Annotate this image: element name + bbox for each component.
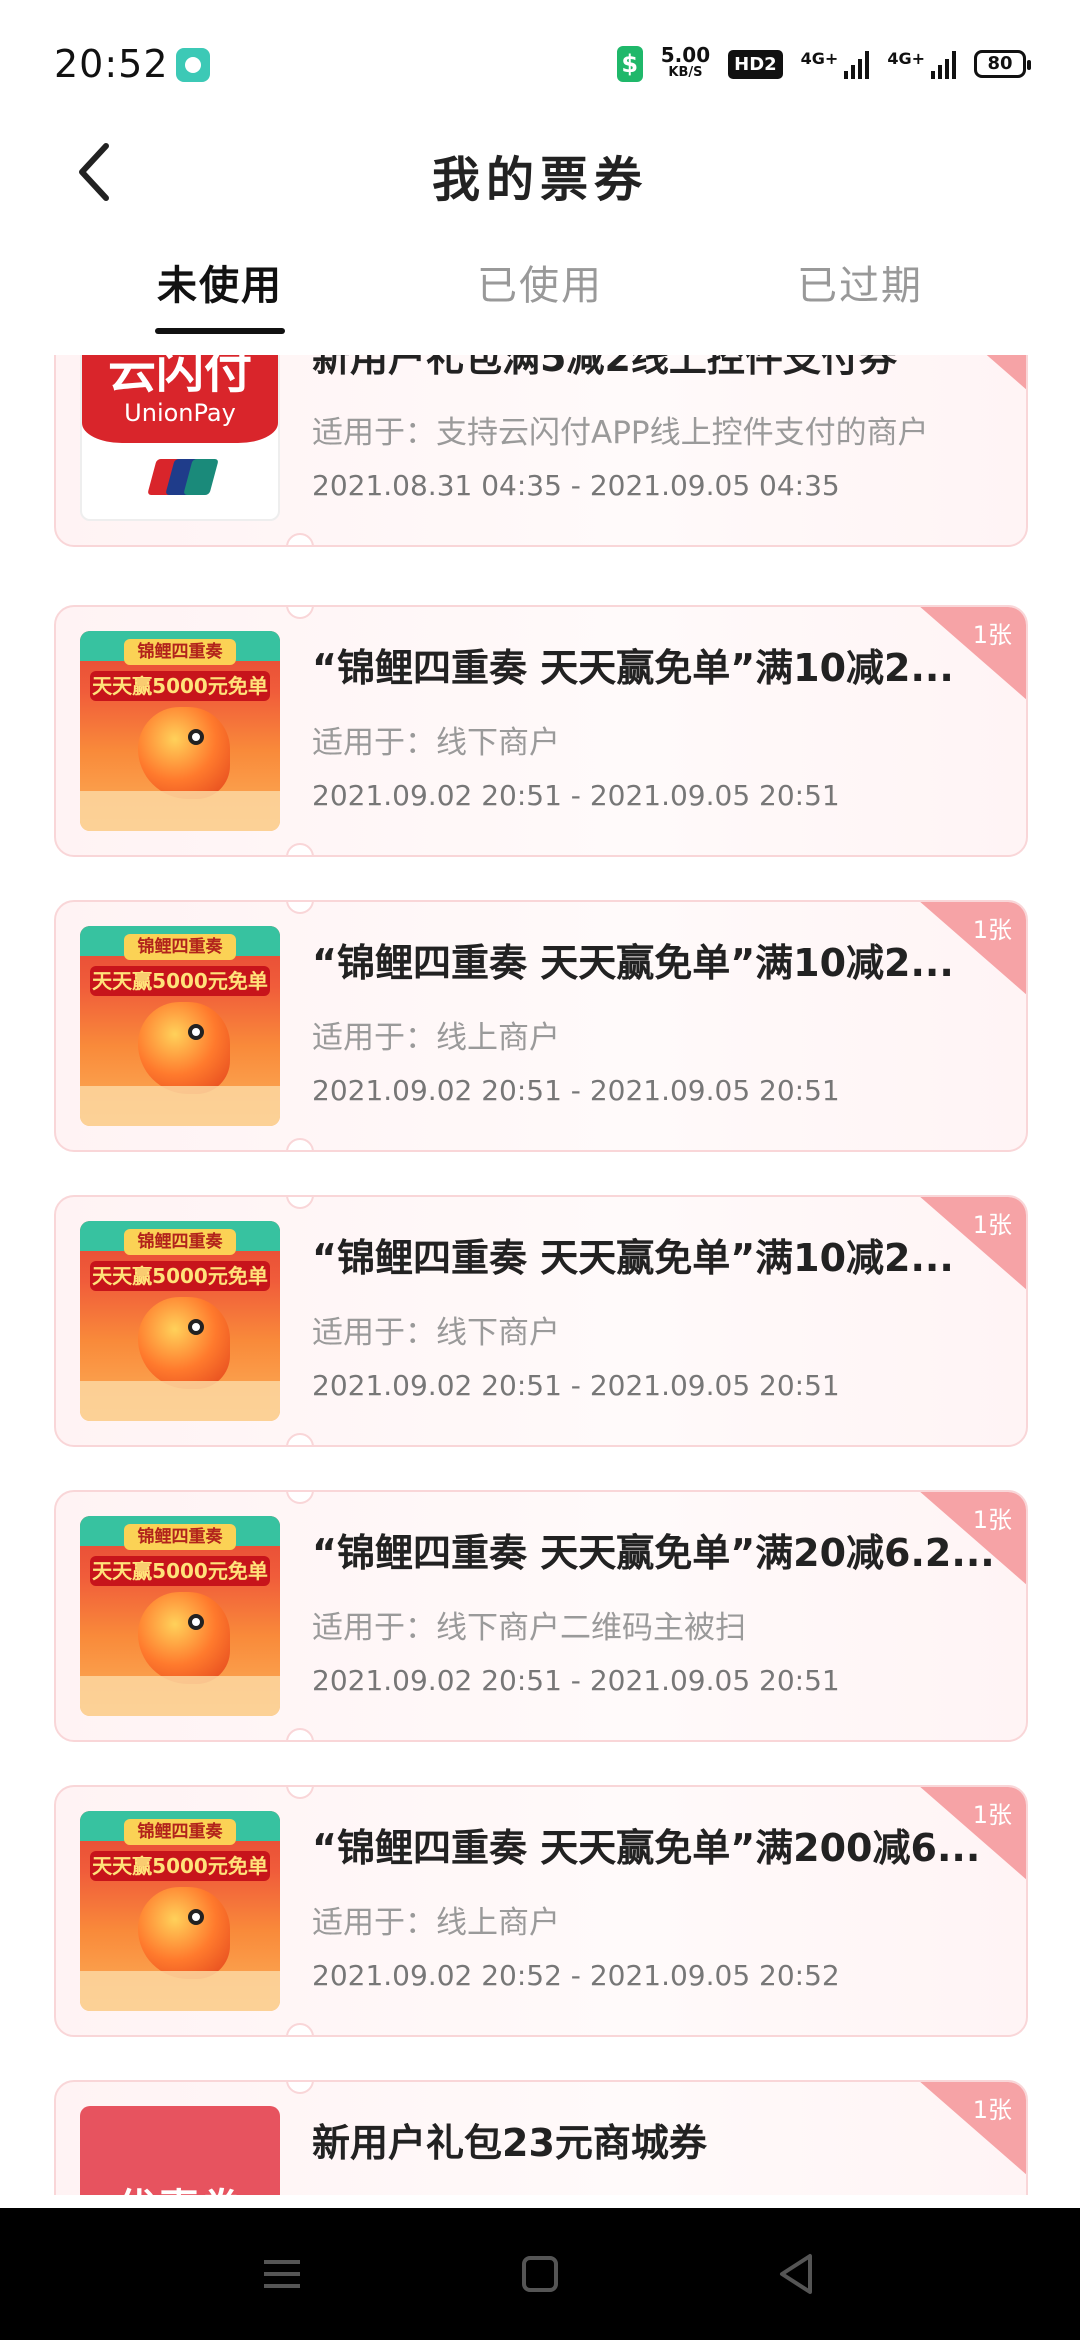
coupon-card[interactable]: 1张 优惠券 新用户礼包23元商城券 [54,2080,1028,2195]
coupon-title: 新用户礼包23元商城券 [312,2121,707,2165]
koi-fish-icon [138,1002,230,1094]
tab-active-indicator [155,328,285,334]
tab-used[interactable]: 已使用 [440,253,640,311]
coupon-title: “锦鲤四重奏 天天赢免单”满200减6... [312,1826,981,1870]
coupon-thumb-text: 优惠券 [80,2176,280,2195]
status-bar: 20:52 $ 5.00 KB/S HD2 4G+ 4G+ 80 [0,0,1080,130]
coupon-validity: 2021.09.02 20:52 - 2021.09.05 20:52 [312,1959,840,1992]
coupon-scope: 适用于：支持云闪付APP线上控件支付的商户 [312,415,929,451]
koi-thumbnail: 锦鲤四重奏 天天赢5000元免单 [80,1516,280,1716]
hd-voice-icon: HD2 [728,49,783,79]
coupon-scope: 适用于：线上商户 [312,1020,560,1056]
coupon-validity: 2021.09.02 20:51 - 2021.09.05 20:51 [312,1664,840,1697]
coupon-title: “锦鲤四重奏 天天赢免单”满10减2... [312,646,954,690]
coupon-card[interactable]: 1张 锦鲤四重奏 天天赢5000元免单 “锦鲤四重奏 天天赢免单”满10减2..… [54,605,1028,857]
koi-thumb-title: 锦鲤四重奏 [124,639,236,665]
coupon-thumbnail: 优惠券 [80,2106,280,2195]
koi-fish-icon [138,1887,230,1979]
header: 我的票券 [0,120,1080,225]
signal-icon-1: 4G+ [801,49,870,79]
koi-thumbnail: 锦鲤四重奏 天天赢5000元免单 [80,1811,280,2011]
navigation-bar [0,2208,1080,2340]
coupon-validity: 2021.09.02 20:51 - 2021.09.05 20:51 [312,1074,840,1107]
koi-thumb-subtitle: 天天赢5000元免单 [90,1261,270,1291]
coupon-card[interactable]: 1张 锦鲤四重奏 天天赢5000元免单 “锦鲤四重奏 天天赢免单”满10减2..… [54,1195,1028,1447]
koi-thumbnail: 锦鲤四重奏 天天赢5000元免单 [80,631,280,831]
koi-thumb-subtitle: 天天赢5000元免单 [90,671,270,701]
unionpay-logo-text: 云闪付 [107,355,252,399]
status-time: 20:52 [54,42,169,86]
koi-thumbnail: 锦鲤四重奏 天天赢5000元免单 [80,926,280,1126]
coupon-validity: 2021.08.31 04:35 - 2021.09.05 04:35 [312,469,840,502]
tab-bar: 未使用 已使用 已过期 [0,245,1080,340]
network-speed-unit: KB/S [668,65,703,80]
coupon-card[interactable]: 1张 锦鲤四重奏 天天赢5000元免单 “锦鲤四重奏 天天赢免单”满20减6.2… [54,1490,1028,1742]
menu-button[interactable] [252,2244,312,2304]
koi-thumb-subtitle: 天天赢5000元免单 [90,966,270,996]
koi-thumb-title: 锦鲤四重奏 [124,1524,236,1550]
koi-thumb-title: 锦鲤四重奏 [124,934,236,960]
coupon-card[interactable]: 1张 锦鲤四重奏 天天赢5000元免单 “锦鲤四重奏 天天赢免单”满200减6.… [54,1785,1028,2037]
tab-unused[interactable]: 未使用 [120,253,320,311]
page-title: 我的票券 [431,152,648,208]
signal-2-label: 4G+ [887,49,925,68]
coupon-title: 新用户礼包满5减2线上控件支付券 [312,355,897,380]
unionpay-logo-en: UnionPay [124,399,236,427]
signal-icon-2: 4G+ [887,49,956,79]
battery-icon: 80 [974,50,1031,78]
coupon-title: “锦鲤四重奏 天天赢免单”满20减6.2... [312,1531,995,1575]
coupon-scope: 适用于：线上商户 [312,1905,560,1941]
dollar-icon: $ [616,46,643,82]
coupon-validity: 2021.09.02 20:51 - 2021.09.05 20:51 [312,1369,840,1402]
koi-fish-icon [138,1297,230,1389]
square-home-icon [522,2256,558,2292]
coupon-scope: 适用于：线下商户 [312,725,560,761]
network-speed-value: 5.00 [660,43,711,67]
coupon-title: “锦鲤四重奏 天天赢免单”满10减2... [312,1236,954,1280]
koi-thumb-subtitle: 天天赢5000元免单 [90,1851,270,1881]
coupon-scope: 适用于：线下商户 [312,1315,560,1351]
home-button[interactable] [510,2244,570,2304]
tab-expired[interactable]: 已过期 [760,253,960,311]
menu-icon [264,2260,300,2288]
coupon-card[interactable]: 云闪付 UnionPay 新用户礼包满5减2线上控件支付券 适用于：支持云闪付A… [54,355,1028,547]
status-icons: $ 5.00 KB/S HD2 4G+ 4G+ 80 [616,42,1031,86]
coupon-validity: 2021.09.02 20:51 - 2021.09.05 20:51 [312,779,840,812]
koi-fish-icon [138,707,230,799]
unionpay-thumbnail: 云闪付 UnionPay [80,355,280,521]
signal-1-label: 4G+ [800,49,839,68]
triangle-back-icon [780,2254,812,2294]
chat-app-icon [176,48,210,82]
koi-thumbnail: 锦鲤四重奏 天天赢5000元免单 [80,1221,280,1421]
coupon-card[interactable]: 1张 锦鲤四重奏 天天赢5000元免单 “锦鲤四重奏 天天赢免单”满10减2..… [54,900,1028,1152]
koi-thumb-subtitle: 天天赢5000元免单 [90,1556,270,1586]
back-nav-button[interactable] [768,2244,828,2304]
koi-fish-icon [138,1592,230,1684]
coupon-list[interactable]: 云闪付 UnionPay 新用户礼包满5减2线上控件支付券 适用于：支持云闪付A… [0,355,1080,2195]
koi-thumb-title: 锦鲤四重奏 [124,1229,236,1255]
network-speed: 5.00 KB/S [660,43,711,82]
unionpay-logo-icon [147,459,219,495]
coupon-scope: 适用于：线下商户二维码主被扫 [312,1610,746,1646]
coupon-title: “锦鲤四重奏 天天赢免单”满10减2... [312,941,954,985]
koi-thumb-title: 锦鲤四重奏 [124,1819,236,1845]
